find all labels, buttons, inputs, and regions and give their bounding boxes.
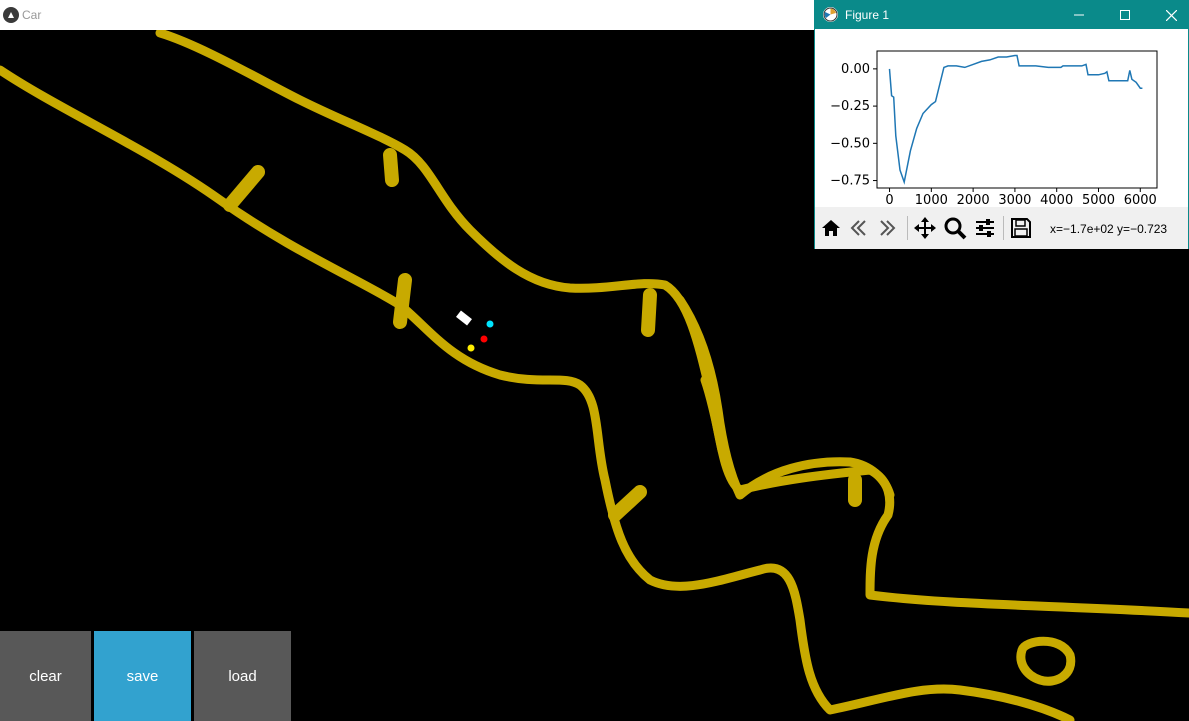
x-tick-label: 5000 xyxy=(1082,193,1115,207)
window-title: Car xyxy=(22,8,42,22)
save-button[interactable]: save xyxy=(94,631,191,721)
matplotlib-icon xyxy=(823,7,838,22)
clear-button[interactable]: clear xyxy=(0,631,91,721)
plot-area[interactable]: 0 1000 2000 3000 4000 5000 6000 0.00 −0.25 −0.50… xyxy=(815,29,1188,207)
x-tick-label: 3000 xyxy=(998,193,1031,207)
car xyxy=(456,310,472,326)
toolbar-divider xyxy=(907,216,908,240)
figure-window: Figure 1 0 1000 2000 3000 4000 5000 6000 0.00 −… xyxy=(814,0,1189,249)
save-icon[interactable] xyxy=(1009,216,1033,240)
series-line xyxy=(888,54,1143,185)
coordinate-readout: x=−1.7e+02 y=−0.723 xyxy=(1050,222,1168,236)
kivy-icon xyxy=(3,7,19,23)
configure-icon[interactable] xyxy=(973,216,997,240)
maximize-icon[interactable] xyxy=(1102,1,1148,29)
line-chart: 0 1000 2000 3000 4000 5000 6000 0.00 −0.25 −0.50… xyxy=(830,50,1158,207)
forward-icon[interactable] xyxy=(875,216,899,240)
minimize-icon[interactable] xyxy=(1056,1,1102,29)
x-tick-label: 6000 xyxy=(1124,193,1157,207)
track-small-loop xyxy=(1016,636,1076,686)
sensor-yellow xyxy=(467,344,475,352)
toolbar-divider xyxy=(1003,216,1004,240)
zoom-icon[interactable] xyxy=(943,216,967,240)
sensor-cyan xyxy=(486,320,494,328)
close-icon[interactable] xyxy=(1148,1,1189,29)
y-tick-label: 0.00 xyxy=(841,62,870,77)
x-tick-label: 2000 xyxy=(957,193,990,207)
x-tick-label: 1000 xyxy=(915,193,948,207)
load-button[interactable]: load xyxy=(194,631,291,721)
y-tick-label: −0.75 xyxy=(830,174,870,189)
y-tick-label: −0.50 xyxy=(830,136,870,151)
y-tick-label: −0.25 xyxy=(830,99,870,114)
x-tick-label: 0 xyxy=(885,193,893,207)
figure-toolbar: x=−1.7e+02 y=−0.723 xyxy=(815,207,1188,249)
plot-frame xyxy=(876,50,1158,189)
x-tick-label: 4000 xyxy=(1040,193,1073,207)
figure-title: Figure 1 xyxy=(845,8,890,22)
pan-icon[interactable] xyxy=(913,216,937,240)
home-icon[interactable] xyxy=(819,216,843,240)
figure-titlebar[interactable]: Figure 1 xyxy=(815,1,1188,29)
sensor-red xyxy=(480,335,488,343)
back-icon[interactable] xyxy=(847,216,871,240)
